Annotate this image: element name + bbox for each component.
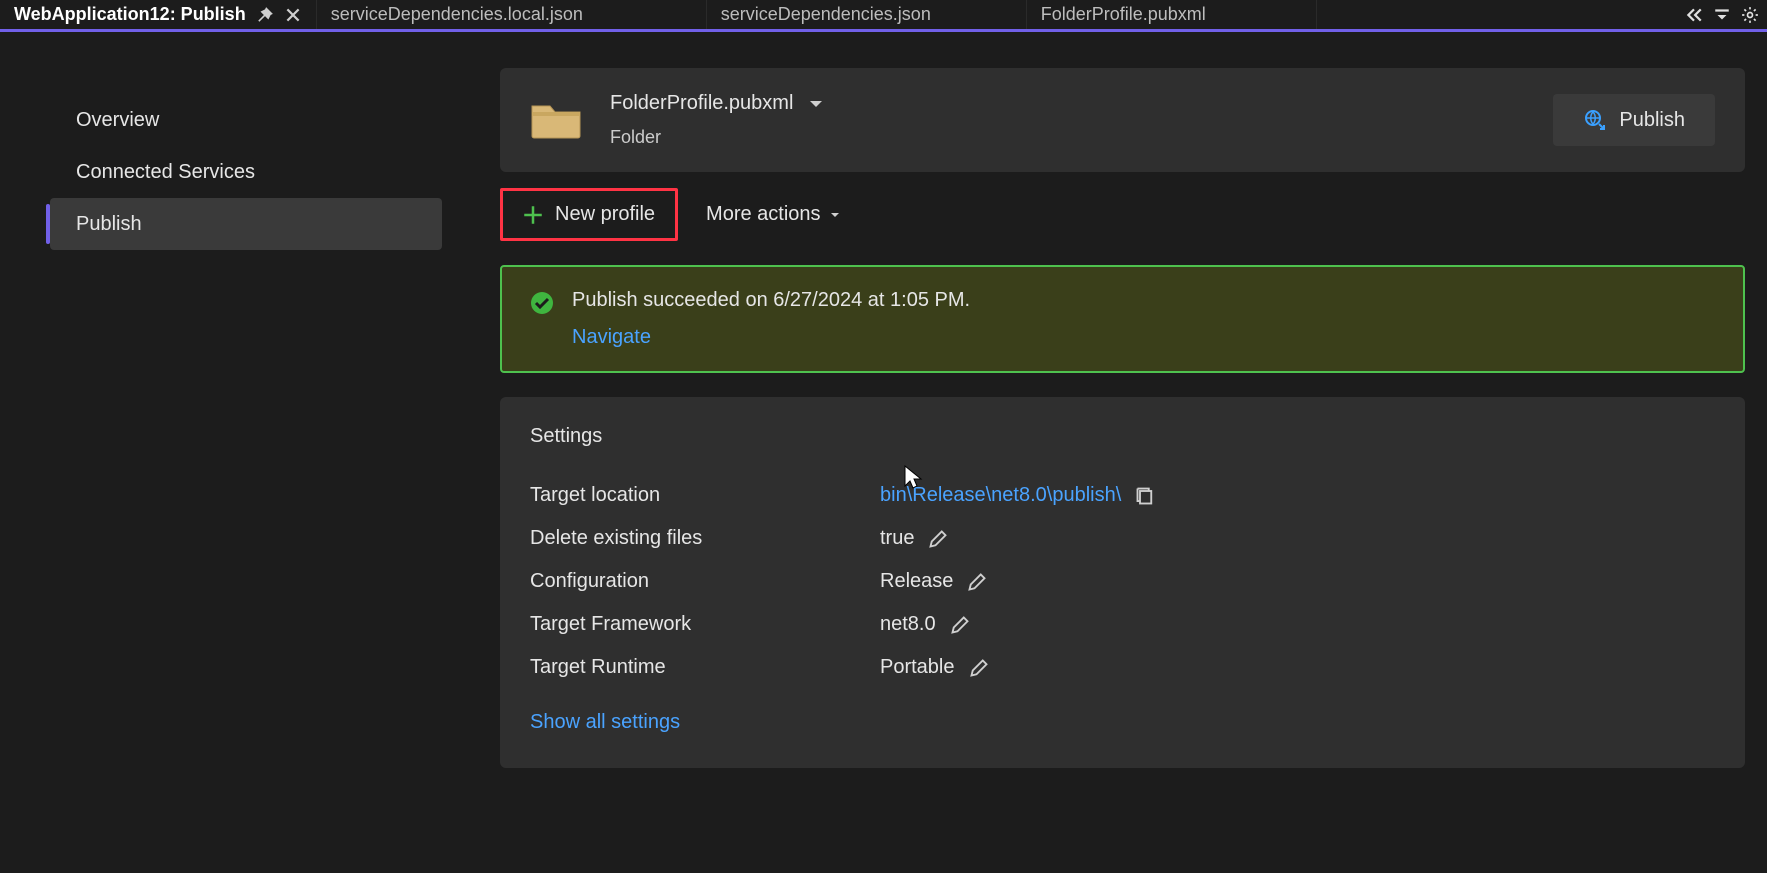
setting-label: Delete existing files (530, 527, 880, 550)
tab-label: WebApplication12: Publish (14, 4, 246, 25)
new-profile-label: New profile (555, 203, 655, 226)
close-icon[interactable] (284, 6, 302, 24)
setting-value: Release (880, 570, 953, 593)
setting-row-configuration: Configuration Release (530, 560, 1715, 603)
pencil-icon[interactable] (950, 615, 970, 635)
chevron-down-icon (807, 95, 825, 113)
tab-bar: WebApplication12: Publish serviceDepende… (0, 0, 1767, 32)
pencil-icon[interactable] (928, 529, 948, 549)
tab-service-deps[interactable]: serviceDependencies.json (707, 0, 1027, 29)
tabbar-overflow (1685, 0, 1767, 29)
new-profile-button[interactable]: New profile (500, 188, 678, 241)
pencil-icon[interactable] (967, 572, 987, 592)
tab-service-deps-local[interactable]: serviceDependencies.local.json (317, 0, 707, 29)
sidebar-item-connected-services[interactable]: Connected Services (50, 146, 442, 198)
profile-dropdown[interactable]: FolderProfile.pubxml (610, 92, 825, 115)
sidebar-item-label: Publish (76, 213, 142, 236)
more-actions-label: More actions (706, 203, 821, 226)
dropdown-icon[interactable] (1713, 6, 1731, 24)
banner-message: Publish succeeded on 6/27/2024 at 1:05 P… (572, 289, 970, 312)
setting-value: Portable (880, 656, 955, 679)
sidebar-item-overview[interactable]: Overview (50, 94, 442, 146)
sidebar-item-publish[interactable]: Publish (50, 198, 442, 250)
profile-toolbar: New profile More actions (500, 188, 1745, 241)
tab-folder-profile[interactable]: FolderProfile.pubxml (1027, 0, 1317, 29)
plus-icon (523, 205, 543, 225)
show-all-settings-link[interactable]: Show all settings (530, 711, 680, 734)
status-banner: Publish succeeded on 6/27/2024 at 1:05 P… (500, 265, 1745, 373)
tab-publish[interactable]: WebApplication12: Publish (0, 0, 317, 29)
target-location-link[interactable]: bin\Release\net8.0\publish\ (880, 484, 1121, 507)
setting-label: Configuration (530, 570, 880, 593)
sidebar: Overview Connected Services Publish (0, 32, 478, 870)
pencil-icon[interactable] (969, 658, 989, 678)
main-content: FolderProfile.pubxml Folder Publish (478, 32, 1767, 870)
setting-row-target-framework: Target Framework net8.0 (530, 603, 1715, 646)
chevron-down-icon (829, 209, 841, 221)
profile-name: FolderProfile.pubxml (610, 92, 793, 115)
setting-label: Target Framework (530, 613, 880, 636)
setting-value: net8.0 (880, 613, 936, 636)
settings-title: Settings (530, 425, 1715, 448)
tab-label: FolderProfile.pubxml (1041, 4, 1206, 25)
publish-button-label: Publish (1619, 109, 1685, 132)
sidebar-item-label: Overview (76, 109, 159, 132)
profile-type: Folder (610, 127, 825, 148)
publish-button[interactable]: Publish (1553, 94, 1715, 146)
settings-card: Settings Target location bin\Release\net… (500, 397, 1745, 768)
tab-label: serviceDependencies.local.json (331, 4, 583, 25)
folder-icon (530, 100, 582, 140)
success-icon (530, 291, 554, 315)
setting-row-target-location: Target location bin\Release\net8.0\publi… (530, 474, 1715, 517)
profile-header: FolderProfile.pubxml Folder Publish (500, 68, 1745, 172)
copy-icon[interactable] (1135, 486, 1155, 506)
setting-row-target-runtime: Target Runtime Portable (530, 646, 1715, 689)
chevrons-left-icon[interactable] (1685, 6, 1703, 24)
navigate-link[interactable]: Navigate (572, 326, 970, 349)
more-actions-dropdown[interactable]: More actions (698, 191, 849, 238)
publish-icon (1583, 108, 1607, 132)
sidebar-item-label: Connected Services (76, 161, 255, 184)
setting-row-delete-existing: Delete existing files true (530, 517, 1715, 560)
setting-label: Target location (530, 484, 880, 507)
setting-value: true (880, 527, 914, 550)
pin-icon[interactable] (256, 6, 274, 24)
setting-label: Target Runtime (530, 656, 880, 679)
tab-label: serviceDependencies.json (721, 4, 931, 25)
gear-icon[interactable] (1741, 6, 1759, 24)
